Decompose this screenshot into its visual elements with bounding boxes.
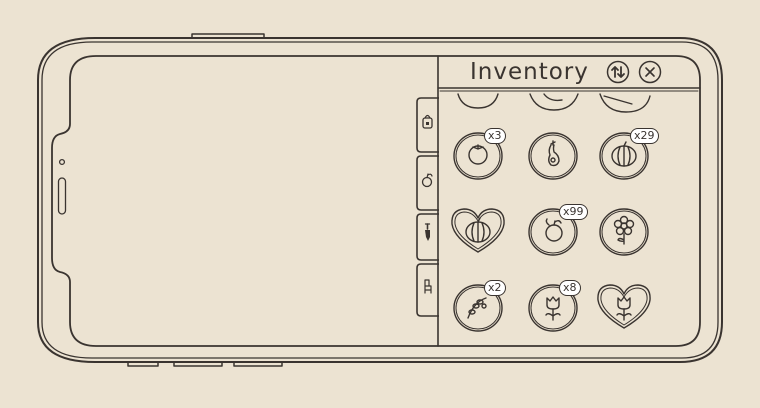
pumpkin-icon	[465, 217, 491, 243]
inventory-slot[interactable]	[442, 196, 514, 260]
sort-arrows-icon	[606, 60, 630, 84]
inventory-slot[interactable]	[517, 120, 589, 184]
inventory-slot[interactable]	[588, 196, 660, 260]
tomato-icon	[468, 144, 488, 165]
close-button[interactable]	[638, 60, 662, 84]
tab-fruit[interactable]	[415, 154, 439, 212]
item-quantity-badge: x2	[484, 280, 506, 296]
pumpkin-icon	[611, 141, 637, 167]
tulip-icon	[616, 296, 632, 321]
tab-furniture[interactable]	[415, 262, 439, 318]
bag-icon	[422, 114, 433, 129]
item-quantity-badge: x99	[559, 204, 588, 220]
close-icon	[638, 60, 662, 84]
inventory-slot[interactable]: x8	[517, 272, 589, 336]
circle-frame	[528, 132, 578, 180]
item-quantity-badge: x29	[630, 128, 659, 144]
heart-frame	[597, 284, 651, 329]
tab-tools[interactable]	[415, 212, 439, 262]
item-quantity-badge: x3	[484, 128, 506, 144]
eggplant-icon	[548, 140, 560, 167]
tulip-icon	[545, 296, 561, 321]
tab-bag[interactable]	[415, 96, 439, 154]
apple-icon	[545, 218, 563, 242]
shovel-icon	[424, 223, 431, 241]
inventory-slot[interactable]: x2	[442, 272, 514, 336]
flower-icon	[613, 215, 635, 245]
inventory-title: Inventory	[470, 59, 589, 85]
apple-icon	[421, 173, 433, 188]
inventory-slot[interactable]: x99	[517, 196, 589, 260]
seeds-icon	[467, 297, 487, 319]
chair-icon	[424, 279, 432, 294]
inventory-slot[interactable]: x3	[442, 120, 514, 184]
sort-button[interactable]	[606, 60, 630, 84]
inventory-slot[interactable]	[588, 272, 660, 336]
item-quantity-badge: x8	[559, 280, 581, 296]
inventory-slot[interactable]: x29	[588, 120, 660, 184]
